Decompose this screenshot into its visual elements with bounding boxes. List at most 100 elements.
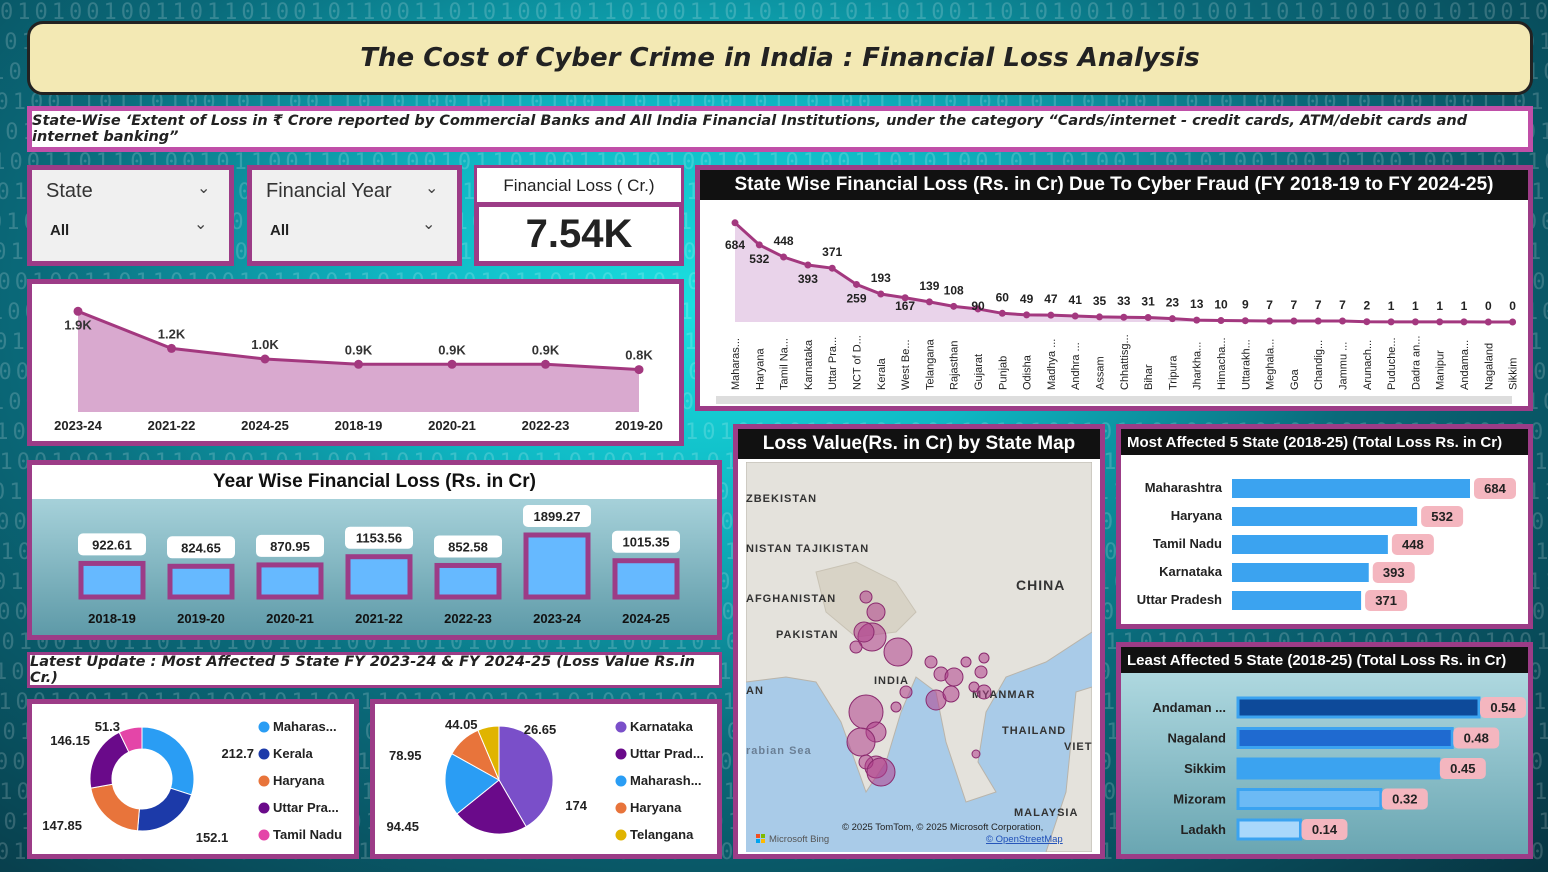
financial-year-slicer[interactable]: Financial Year ⌄ All ⌄	[247, 165, 462, 266]
kpi-value: 7.54K	[525, 211, 633, 256]
year-area-chart[interactable]: 1.9K 2023-24 1.2K 2021-22 1.0K 2024-25 0.9K 201…	[32, 284, 679, 441]
data-label: 7	[1339, 298, 1346, 312]
x-tick-label: Telangana	[924, 338, 936, 390]
map-region-label: MALAYSIA	[1014, 807, 1078, 819]
x-tick-label: Karnataka	[803, 339, 815, 390]
data-point	[1023, 311, 1031, 319]
bar	[1236, 818, 1302, 841]
legend-dot	[258, 721, 270, 733]
state-bubble	[976, 684, 992, 700]
x-tick-label: Dadra an...	[1410, 336, 1422, 390]
data-label: 7	[1291, 298, 1298, 312]
value-label: 0.54	[1490, 700, 1516, 715]
data-label: 0.9K	[438, 342, 466, 357]
bar	[256, 562, 324, 600]
data-label: 1.2K	[158, 326, 186, 341]
most-affected-bar-chart[interactable]: Maharashtra 684 Haryana 532 Tamil Nadu 448 Kar…	[1121, 455, 1528, 624]
data-point	[73, 306, 83, 316]
data-point	[447, 359, 457, 369]
x-tick-label: Assam	[1095, 356, 1107, 390]
legend-dot	[615, 802, 627, 814]
x-tick-label: West Be...	[900, 339, 912, 390]
state-line-chart[interactable]: 684 Maharas... 532 Haryana 448 Tamil Na... 393…	[700, 200, 1528, 406]
dashboard-subtitle: State-Wise ‘Extent of Loss in ₹ Crore re…	[32, 113, 1468, 145]
data-label: 852.58	[448, 539, 488, 554]
x-tick-label: Sikkim	[1508, 358, 1520, 390]
data-point	[167, 343, 176, 353]
state-slicer[interactable]: State ⌄ All ⌄	[27, 165, 234, 266]
slice-label: 212.7	[221, 746, 254, 761]
data-label: 9	[1242, 298, 1249, 312]
data-label: 90	[971, 299, 985, 313]
data-label: 684	[725, 238, 745, 252]
data-label: 167	[895, 299, 915, 313]
state-bubble	[849, 640, 863, 654]
data-point	[1071, 312, 1079, 320]
bing-logo	[761, 839, 765, 843]
bar	[167, 563, 235, 600]
data-label: 2	[1363, 299, 1370, 313]
kpi-card-header: Financial Loss ( Cr.)	[474, 165, 684, 203]
category-label: Maharashtra	[1145, 480, 1223, 495]
state-bubble-map[interactable]: ZBEKISTAN NISTAN TAJIKISTAN AFGHANISTAN PAKI…	[746, 462, 1092, 852]
category-label: Haryana	[1171, 508, 1223, 523]
x-tick-label: Tamil Na...	[779, 338, 791, 390]
data-label: 259	[846, 291, 866, 305]
map-region-label: AFGHANISTAN	[746, 593, 836, 605]
pie-slice	[136, 787, 193, 832]
data-label: 31	[1141, 295, 1155, 309]
data-label: 1.0K	[251, 337, 279, 352]
x-tick-label: 2020-21	[428, 418, 476, 433]
chevron-down-icon[interactable]: ⌄	[422, 214, 435, 233]
bar	[1236, 727, 1454, 749]
bing-logo	[761, 834, 765, 838]
x-tick-label: Bihar	[1143, 364, 1155, 390]
data-label: 371	[822, 245, 842, 259]
donut-chart-2023-24[interactable]: 212.7 152.1 147.85 146.15 51.3 Maharas... Kera…	[32, 704, 354, 854]
data-label: 1153.56	[356, 531, 402, 546]
map-region-label: INDIA	[874, 675, 909, 687]
slice-label: 78.95	[389, 748, 422, 763]
category-label: Mizoram	[1173, 792, 1226, 807]
category-label: Uttar Pradesh	[1137, 592, 1222, 607]
bar	[434, 562, 502, 600]
data-point	[260, 354, 270, 364]
map-region-label: rabian Sea	[746, 745, 812, 757]
state-bubble	[971, 749, 981, 759]
state-bubble	[978, 652, 990, 664]
data-label: 7	[1266, 298, 1273, 312]
scrollbar-track	[716, 396, 1512, 404]
legend-dot	[258, 829, 270, 841]
map-copyright: © 2025 TomTom, © 2025 Microsoft Corporat…	[842, 822, 1043, 833]
year-bar-chart[interactable]: 922.61 2018-19 824.65 2019-20 870.95 2020-21 1…	[32, 499, 717, 639]
x-tick-label: NCT of D...	[852, 335, 864, 390]
chevron-down-icon[interactable]: ⌄	[194, 214, 207, 233]
value-label: 684	[1484, 481, 1506, 496]
x-tick-label: Haryana	[754, 348, 766, 390]
data-label: 1	[1436, 299, 1443, 313]
year-slicer-value[interactable]: All	[270, 222, 289, 239]
x-tick-label: 2018-19	[335, 418, 383, 433]
least-affected-bar-chart[interactable]: Andaman ... 0.54 Nagaland 0.48 Sikkim 0.45 Miz…	[1121, 673, 1528, 854]
x-tick-label: Meghala...	[1265, 339, 1277, 390]
category-label: Tamil Nadu	[1153, 536, 1222, 551]
x-tick-label: Madhya ...	[1046, 339, 1058, 390]
pie-chart-2024-25[interactable]: 174 94.45 78.95 44.05 26.65 Karnataka Uttar Pr…	[375, 704, 717, 854]
slice-label: 51.3	[95, 719, 120, 734]
data-point	[828, 264, 836, 272]
chevron-down-icon[interactable]: ⌄	[425, 178, 438, 197]
data-point	[950, 302, 958, 310]
map-region-label: TAJIKISTAN	[796, 543, 869, 555]
state-bubble	[883, 637, 913, 667]
value-label: 0.32	[1392, 792, 1417, 807]
x-tick-label: Jharkha...	[1192, 342, 1204, 390]
state-slicer-value[interactable]: All	[50, 222, 69, 239]
x-tick-label: Goa	[1289, 368, 1301, 390]
slice-label: 146.15	[50, 733, 90, 748]
chevron-down-icon[interactable]: ⌄	[197, 178, 210, 197]
category-label: Sikkim	[1184, 761, 1226, 776]
data-label: 47	[1044, 292, 1058, 306]
data-label: 13	[1190, 297, 1204, 311]
legend-label: Maharash...	[630, 773, 702, 788]
legend-label: Haryana	[630, 800, 682, 815]
